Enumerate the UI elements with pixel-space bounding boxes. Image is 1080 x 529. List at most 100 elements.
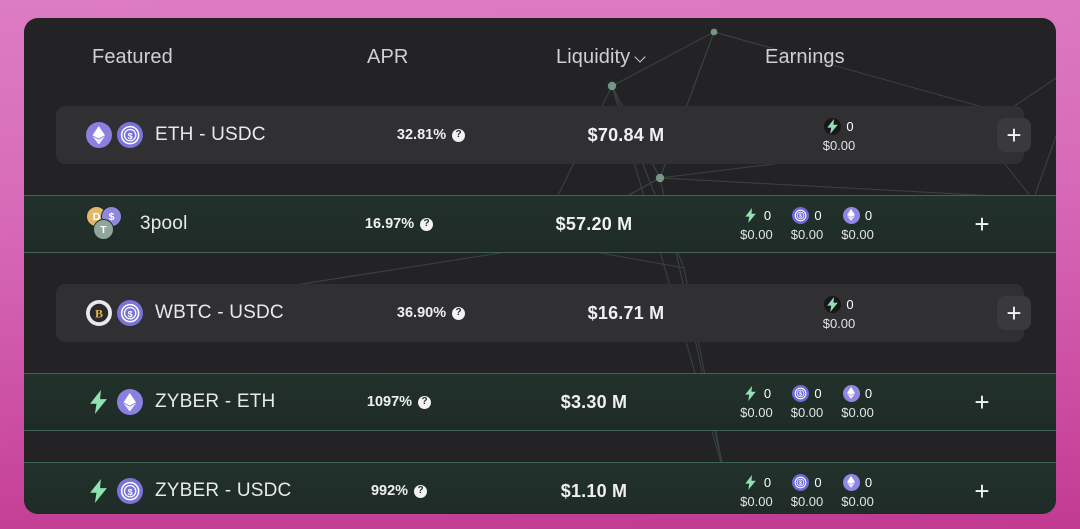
svg-text:$: $	[799, 480, 802, 486]
svg-text:B: B	[95, 307, 103, 321]
earning-amount-row: $0	[792, 385, 821, 402]
pool-pair-cell: ZYBER - ETH	[86, 389, 275, 415]
pool-apr-value: 16.97%	[365, 216, 414, 232]
pool-add-cell: +	[986, 118, 1042, 152]
earning-entry: 0$0.00	[841, 474, 874, 509]
table-header: Featured APR Liquidity Earnings	[24, 18, 1056, 96]
pair-token-icons: $	[86, 122, 143, 148]
chevron-down-icon	[636, 53, 647, 64]
help-icon[interactable]: ?	[452, 129, 465, 142]
zyber-bolt-icon	[90, 390, 107, 414]
usdc-icon: $	[792, 385, 809, 402]
usdc-icon: $	[117, 300, 143, 326]
eth-icon	[843, 385, 860, 402]
pool-apr-value: 992%	[371, 483, 408, 499]
pool-pair-cell: $ ZYBER - USDC	[86, 478, 291, 504]
usdc-icon: $	[792, 474, 809, 491]
earning-usd-value: $0.00	[740, 405, 773, 420]
earning-entry: 0 $0.00	[740, 474, 773, 509]
add-liquidity-button[interactable]: +	[965, 385, 999, 419]
pool-apr-value: 32.81%	[397, 127, 446, 143]
earning-entry: $0 $0.00	[791, 207, 824, 242]
pool-row[interactable]: Stable AMMD$T3pool16.97%?$57.20 M0$0.00$…	[24, 195, 1056, 253]
earning-usd-value: $0.00	[740, 227, 773, 242]
eth-icon	[86, 122, 112, 148]
wbtc-icon: B	[86, 300, 112, 326]
pool-earnings-cell: 0 $0.00	[724, 296, 954, 331]
pool-add-cell: +	[954, 207, 1010, 241]
column-header-apr: APR	[367, 46, 408, 69]
earning-entry: 0 $0.00	[740, 385, 773, 420]
pool-row[interactable]: $ETH - USDC32.81%?$70.84 M0$0.00+	[56, 106, 1024, 164]
earning-usd-value: $0.00	[823, 138, 856, 153]
pool-add-cell: +	[954, 385, 1010, 419]
pool-apr-cell: 16.97%?	[334, 216, 464, 232]
pool-earnings-cell: 0$0.00$0$0.000$0.00	[692, 207, 922, 242]
pool-pair-cell: D$T 3pool	[86, 206, 188, 242]
earning-amount-row: 0	[742, 385, 771, 402]
earning-amount: 0	[865, 208, 872, 223]
earning-amount: 0	[764, 386, 771, 401]
add-liquidity-button[interactable]: +	[997, 118, 1031, 152]
pool-rows-list: $ETH - USDC32.81%?$70.84 M0$0.00+Stable …	[24, 106, 1056, 514]
pools-panel: Featured APR Liquidity Earnings $ETH - U…	[24, 18, 1056, 514]
add-liquidity-button[interactable]: +	[997, 296, 1031, 330]
column-header-earnings: Earnings	[765, 46, 845, 69]
zyber-bolt-icon	[90, 479, 107, 503]
zyber-bolt-icon	[742, 385, 759, 402]
pool-apr-cell: 992%?	[334, 483, 464, 499]
usdc-icon: $	[117, 478, 143, 504]
pair-token-icons: $	[86, 478, 143, 504]
earning-amount-row: 0	[824, 296, 853, 313]
earning-amount-row: 0	[742, 474, 771, 491]
add-liquidity-button[interactable]: +	[965, 207, 999, 241]
pool-row[interactable]: Triple RewardsZYBER - ETH1097%?$3.30 M0$…	[24, 373, 1056, 431]
earning-usd-value: $0.00	[791, 227, 824, 242]
earning-entry: 0 $0.00	[823, 118, 856, 153]
earning-amount-row: $0	[792, 474, 821, 491]
pool-liquidity-value: $1.10 M	[514, 481, 674, 502]
earning-entry: 0 $0.00	[740, 207, 773, 242]
earning-amount: 0	[865, 386, 872, 401]
column-header-featured: Featured	[92, 46, 173, 69]
pool-liquidity-value: $3.30 M	[514, 392, 674, 413]
earning-usd-value: $0.00	[841, 494, 874, 509]
svg-text:$: $	[799, 213, 802, 219]
help-icon[interactable]: ?	[420, 218, 433, 231]
earning-entry: 0 $0.00	[823, 296, 856, 331]
earning-usd-value: $0.00	[740, 494, 773, 509]
help-icon[interactable]: ?	[452, 307, 465, 320]
help-icon[interactable]: ?	[414, 485, 427, 498]
earning-amount-row: $0	[792, 207, 821, 224]
help-icon[interactable]: ?	[418, 396, 431, 409]
pool-row[interactable]: B$WBTC - USDC36.90%?$16.71 M0$0.00+	[56, 284, 1024, 342]
pool-apr-cell: 32.81%?	[366, 127, 496, 143]
eth-icon	[843, 207, 860, 224]
earning-amount: 0	[846, 119, 853, 134]
pool-add-cell: +	[986, 296, 1042, 330]
pool-apr-value: 36.90%	[397, 305, 446, 321]
pool-pair-name: 3pool	[140, 213, 188, 235]
pool-pair-name: ZYBER - ETH	[155, 391, 275, 413]
earning-entry: 0$0.00	[841, 207, 874, 242]
earning-entry: $0$0.00	[791, 474, 824, 509]
three-pool-token-icons: D$T	[86, 206, 128, 242]
earning-usd-value: $0.00	[823, 316, 856, 331]
earning-entry: 0$0.00	[841, 385, 874, 420]
column-header-liquidity-sort[interactable]: Liquidity	[556, 46, 647, 69]
pool-row[interactable]: Triple Rewards$ZYBER - USDC992%?$1.10 M0…	[24, 462, 1056, 514]
earning-amount-row: 0	[742, 207, 771, 224]
pool-pair-name: ZYBER - USDC	[155, 480, 291, 502]
add-liquidity-button[interactable]: +	[965, 474, 999, 508]
pool-apr-value: 1097%	[367, 394, 412, 410]
pool-apr-cell: 36.90%?	[366, 305, 496, 321]
earning-amount: 0	[814, 475, 821, 490]
earning-amount-row: 0	[843, 207, 872, 224]
usdt-icon: T	[93, 219, 114, 240]
pair-token-icons	[86, 389, 143, 415]
usdc-icon: $	[117, 122, 143, 148]
usdc-icon: $	[792, 207, 809, 224]
pool-pair-cell: B$WBTC - USDC	[86, 300, 284, 326]
column-header-liquidity-label: Liquidity	[556, 46, 630, 69]
eth-icon	[117, 389, 143, 415]
